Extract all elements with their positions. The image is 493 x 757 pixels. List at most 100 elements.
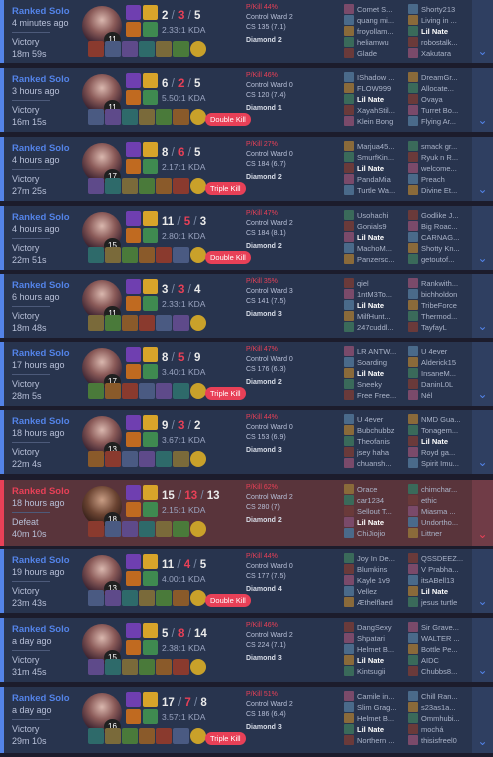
participant-name[interactable]: PandaMia xyxy=(357,174,409,185)
participant[interactable]: Chubbs8... xyxy=(408,666,472,677)
participant-name[interactable]: Ovaya xyxy=(421,94,473,105)
item-slot-icon[interactable] xyxy=(156,41,172,57)
participant-name[interactable]: Nél xyxy=(421,390,473,401)
participant[interactable]: PandaMia xyxy=(344,174,408,185)
participant[interactable]: Ovaya xyxy=(408,94,472,105)
item-slot-icon[interactable] xyxy=(139,178,155,194)
participant-name[interactable]: Bottle Pe... xyxy=(421,644,473,655)
item-slot-icon[interactable] xyxy=(173,315,189,331)
participant[interactable]: Lil Nate xyxy=(344,300,408,311)
item-slot-icon[interactable] xyxy=(105,383,121,399)
item-slot-icon[interactable] xyxy=(173,247,189,263)
participant[interactable]: Lil Nate xyxy=(344,232,408,243)
item-slot-icon[interactable] xyxy=(122,247,138,263)
participant-name[interactable]: Turtle Wa... xyxy=(357,185,409,196)
participant-name[interactable]: U 4ever xyxy=(357,414,409,425)
participant[interactable]: ethic xyxy=(408,495,472,506)
item-slot-icon[interactable] xyxy=(156,590,172,606)
item-slot-icon[interactable] xyxy=(156,109,172,125)
participant-name[interactable]: Vellez xyxy=(357,586,409,597)
participant[interactable]: Kayle 1v9 xyxy=(344,575,408,586)
trinket-icon[interactable] xyxy=(190,451,206,467)
item-slot-icon[interactable] xyxy=(156,521,172,537)
participant-name[interactable]: Miasma ... xyxy=(421,506,473,517)
participant[interactable]: ChiJiojio xyxy=(344,528,408,539)
participant[interactable]: Godlike J... xyxy=(408,210,472,221)
item-slot-icon[interactable] xyxy=(156,315,172,331)
participant-name[interactable]: AIDC xyxy=(421,655,473,666)
item-slot-icon[interactable] xyxy=(173,728,189,744)
item-slot-icon[interactable] xyxy=(156,659,172,675)
match-row[interactable]: Ranked Solo 19 hours ago Victory 23m 43s 13 1… xyxy=(0,549,493,613)
item-slot-icon[interactable] xyxy=(122,590,138,606)
participant[interactable]: DreamGr... xyxy=(408,72,472,83)
participant[interactable]: welcome... xyxy=(408,163,472,174)
participant-name[interactable]: Divine Et... xyxy=(421,185,473,196)
participant[interactable]: Lil Nate xyxy=(344,368,408,379)
item-slot-icon[interactable] xyxy=(122,521,138,537)
expand-match-button[interactable]: ⌄ xyxy=(472,480,493,546)
expand-match-button[interactable]: ⌄ xyxy=(472,68,493,132)
item-slot-icon[interactable] xyxy=(122,383,138,399)
participant-name[interactable]: Lil Nate xyxy=(357,300,409,311)
participant-name[interactable]: Marjua45... xyxy=(357,141,409,152)
participant[interactable]: Glade xyxy=(344,48,408,59)
item-slot-icon[interactable] xyxy=(173,590,189,606)
participant[interactable]: Gonials9 xyxy=(344,221,408,232)
participant-name[interactable]: Blumkins xyxy=(357,564,409,575)
participant-name[interactable]: IShadow ... xyxy=(357,72,409,83)
participant-name[interactable]: FLOW999 xyxy=(357,83,409,94)
participant-name[interactable]: Allocate... xyxy=(421,83,473,94)
item-slot-icon[interactable] xyxy=(122,109,138,125)
item-slot-icon[interactable] xyxy=(88,315,104,331)
participant[interactable]: NMD Gua... xyxy=(408,414,472,425)
participant[interactable]: itsABell13 xyxy=(408,575,472,586)
participant[interactable]: Nél xyxy=(408,390,472,401)
participant[interactable]: QSSDEEZ... xyxy=(408,553,472,564)
participant[interactable]: Thermod... xyxy=(408,311,472,322)
item-slot-icon[interactable] xyxy=(88,178,104,194)
participant-name[interactable]: U 4ever xyxy=(421,346,473,357)
participant-name[interactable]: 247cuddl... xyxy=(357,322,409,333)
expand-match-button[interactable]: ⌄ xyxy=(472,137,493,201)
participant-name[interactable]: itsABell13 xyxy=(421,575,473,586)
item-slot-icon[interactable] xyxy=(122,451,138,467)
participant-name[interactable]: Free Free... xyxy=(357,390,409,401)
participant[interactable]: Kintsugii xyxy=(344,666,408,677)
participant-name[interactable]: Slim Grag... xyxy=(357,702,409,713)
item-slot-icon[interactable] xyxy=(122,41,138,57)
participant-name[interactable]: Godlike J... xyxy=(421,210,473,221)
participant[interactable]: MachoM... xyxy=(344,243,408,254)
trinket-icon[interactable] xyxy=(190,383,206,399)
item-slot-icon[interactable] xyxy=(139,521,155,537)
participant-name[interactable]: Panzersc... xyxy=(357,254,409,265)
match-row[interactable]: Ranked Solo 4 hours ago Victory 22m 51s 15 11… xyxy=(0,206,493,270)
participant[interactable]: thisisfreel0 xyxy=(408,735,472,746)
trinket-icon[interactable] xyxy=(190,178,206,194)
participant-name[interactable]: car1234 xyxy=(357,495,409,506)
participant-name[interactable]: ChiJiojio xyxy=(357,528,409,539)
participant-name[interactable]: mochá xyxy=(421,724,473,735)
item-slot-icon[interactable] xyxy=(105,247,121,263)
participant[interactable]: WALTER ... xyxy=(408,633,472,644)
item-slot-icon[interactable] xyxy=(139,41,155,57)
participant[interactable]: Rankwith... xyxy=(408,278,472,289)
participant-name[interactable]: Usohachi xyxy=(357,210,409,221)
item-slot-icon[interactable] xyxy=(105,109,121,125)
participant-name[interactable]: jsey haha xyxy=(357,447,409,458)
item-slot-icon[interactable] xyxy=(173,41,189,57)
participant-name[interactable]: TribeForce xyxy=(421,300,473,311)
participant-name[interactable]: Theofanis xyxy=(357,436,409,447)
participant-name[interactable]: Chill Ran... xyxy=(421,691,473,702)
participant-name[interactable]: Spirit Imu... xyxy=(421,458,473,469)
participant-name[interactable]: Sneeky xyxy=(357,379,409,390)
participant[interactable]: Marjua45... xyxy=(344,141,408,152)
expand-match-button[interactable]: ⌄ xyxy=(472,549,493,613)
item-slot-icon[interactable] xyxy=(173,109,189,125)
participant-name[interactable]: Northern ... xyxy=(357,735,409,746)
participant-name[interactable]: Æthelflaed xyxy=(357,597,409,608)
participant-name[interactable]: QSSDEEZ... xyxy=(421,553,473,564)
item-slot-icon[interactable] xyxy=(139,451,155,467)
participant[interactable]: Lil Nate xyxy=(344,94,408,105)
participant-name[interactable]: ethic xyxy=(421,495,473,506)
